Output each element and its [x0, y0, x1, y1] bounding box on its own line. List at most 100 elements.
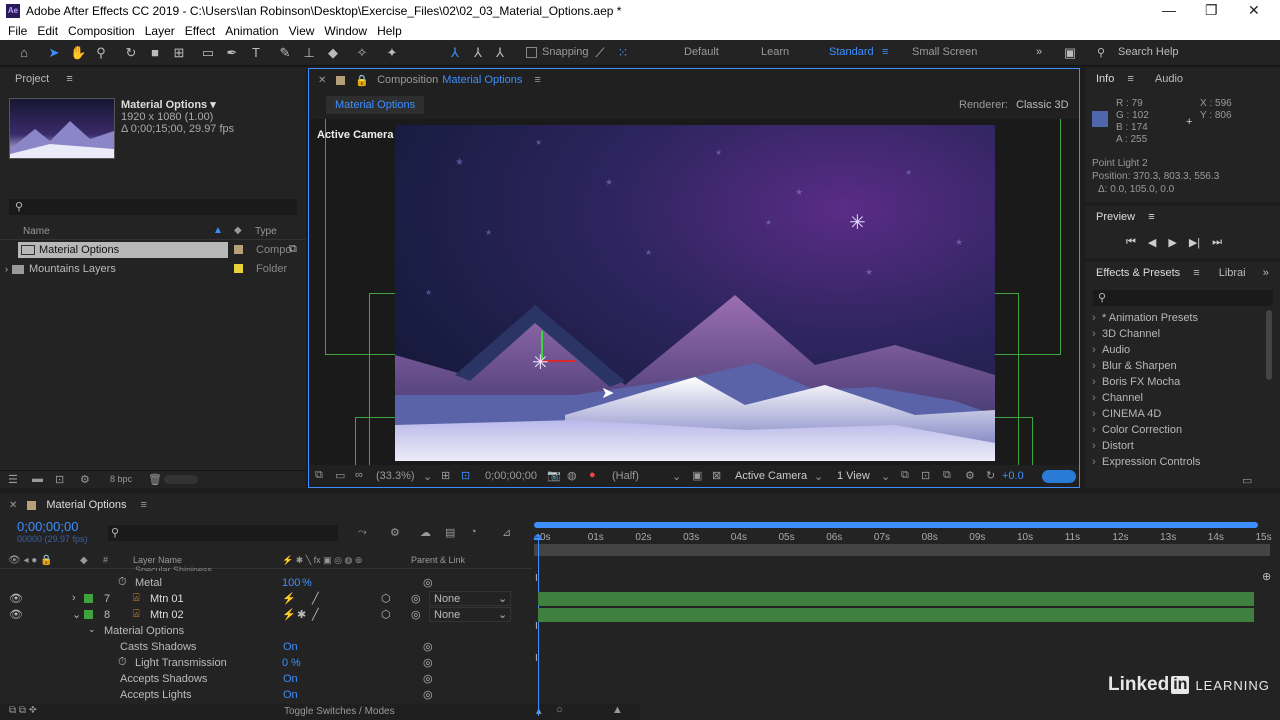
visibility-icon[interactable]: 👁 [9, 592, 23, 605]
pickwhip-icon[interactable]: ◎ [423, 656, 433, 669]
panel-menu-icon[interactable]: ≡ [1193, 267, 1199, 279]
new-bin-icon[interactable]: ▭ [1242, 474, 1252, 487]
effects-tab[interactable]: Effects & Presets [1096, 267, 1180, 279]
pickwhip-icon[interactable]: ◎ [423, 576, 433, 589]
camera-view-value[interactable]: Active Camera [735, 470, 807, 482]
close-tab-icon[interactable]: ✕ [9, 500, 17, 511]
flowchart-icon[interactable]: ⧉ [289, 243, 297, 256]
pickwhip-icon[interactable]: ◎ [423, 640, 433, 653]
pen-tool-icon[interactable]: ✒ [224, 45, 240, 61]
goggles-icon[interactable]: ∞ [355, 469, 363, 481]
expand-arrow-icon[interactable]: › [72, 592, 76, 604]
snap-grid-icon[interactable]: ⁙ [615, 45, 631, 61]
menu-help[interactable]: Help [377, 24, 402, 38]
current-time[interactable]: 0;00;00;00 [485, 470, 537, 482]
type-tool-icon[interactable]: T [248, 45, 264, 61]
timeline-tab[interactable]: Material Options [46, 499, 126, 511]
effects-category[interactable]: Audio [1086, 342, 1266, 358]
menu-window[interactable]: Window [324, 24, 367, 38]
search-help-input[interactable]: Search Help [1118, 46, 1179, 58]
zoom-value[interactable]: (33.3%) [376, 470, 415, 482]
comp-button-icon[interactable]: ⊕ [1262, 570, 1271, 583]
stopwatch-icon[interactable]: ⏱ [118, 576, 127, 589]
keyframe-i-beam-icon[interactable]: I [535, 653, 538, 664]
menu-file[interactable]: File [8, 24, 27, 38]
collapse-arrow-icon[interactable]: ⌄ [72, 608, 81, 621]
layer-row-mtn02[interactable]: 👁 ⌄ 8 ⍓ Mtn 02 ⚡ ✱ ╱ ⬡ ◎ None ⌄ [0, 607, 532, 623]
toggle-pixel-aspect-icon[interactable]: ⧉ [901, 469, 909, 482]
composition-name[interactable]: Material Options [442, 74, 522, 86]
resolution-value[interactable]: (Half) [612, 470, 639, 482]
layer-bar-mtn01[interactable] [538, 592, 1254, 606]
region-of-interest-icon[interactable]: ⊡ [461, 469, 470, 482]
dropdown-icon[interactable]: ▾ [210, 99, 216, 111]
shy-layers-icon[interactable]: ☁ [420, 526, 431, 539]
hand-tool-icon[interactable]: ✋ [70, 45, 86, 61]
fast-previews-icon[interactable]: ▣ [692, 469, 702, 482]
collapse-arrow-icon[interactable]: ⌄ [88, 624, 96, 635]
effects-category[interactable]: Color Correction [1086, 422, 1266, 438]
label-swatch[interactable] [84, 610, 93, 619]
sort-arrow-icon[interactable]: ▲ [213, 225, 223, 236]
clone-stamp-tool-icon[interactable]: ⊥ [301, 45, 317, 61]
project-item-name[interactable]: Material Options ▾ [121, 98, 216, 111]
layer-name[interactable]: Mtn 01 [150, 593, 184, 605]
switches-icon[interactable]: ⚡ ✱ ╲ fx ▣ ◎ ◍ ⊚ [282, 555, 362, 566]
transparency-grid-icon[interactable]: ⊠ [712, 469, 721, 482]
exposure-icon[interactable]: ↻ [986, 469, 995, 482]
property-value[interactable]: 0 [282, 657, 288, 669]
3d-layer-icon[interactable]: ⬡ [381, 608, 391, 621]
menu-edit[interactable]: Edit [37, 24, 58, 38]
menu-layer[interactable]: Layer [145, 24, 175, 38]
layer-switches-icon[interactable]: ⧉ ⧉ ✥ [9, 705, 37, 716]
effects-category[interactable]: Expression Controls [1086, 454, 1266, 470]
new-composition-icon[interactable]: ⊡ [55, 473, 64, 486]
col-layer-name[interactable]: Layer Name [133, 555, 182, 565]
thumbnail-slider[interactable] [164, 475, 198, 484]
exposure-value[interactable]: +0.0 [1002, 470, 1024, 482]
panel-menu-icon[interactable]: ≡ [66, 73, 72, 85]
eraser-tool-icon[interactable]: ◆ [325, 45, 341, 61]
camera-tool-icon[interactable]: ■ [147, 45, 163, 61]
playhead-line[interactable] [538, 534, 539, 716]
label-swatch[interactable] [234, 264, 243, 273]
workspace-small-screen[interactable]: Small Screen [912, 46, 977, 58]
layer-bar-mtn02[interactable] [538, 608, 1254, 622]
label-swatch[interactable] [234, 245, 243, 254]
label-swatch[interactable] [84, 594, 93, 603]
next-frame-icon[interactable]: ▶| [1189, 236, 1200, 249]
parent-select[interactable]: None ⌄ [429, 607, 511, 622]
project-tab[interactable]: Project [15, 73, 49, 85]
pickwhip-icon[interactable]: ◎ [411, 592, 421, 605]
pan-behind-tool-icon[interactable]: ⊞ [171, 45, 187, 61]
current-time-display[interactable]: 0;00;00;00 [17, 519, 78, 534]
interpret-footage-icon[interactable]: ☰ [8, 473, 18, 486]
property-row[interactable]: Accepts Lights On ◎ [0, 687, 532, 703]
composition-mini-flowchart-icon[interactable]: ⤳ [358, 526, 367, 539]
view-layout-value[interactable]: 1 View [837, 470, 870, 482]
previous-frame-icon[interactable]: ◀ [1148, 236, 1156, 249]
bit-depth[interactable]: 8 bpc [110, 474, 132, 484]
frame-blending-icon[interactable]: ▤ [445, 526, 455, 539]
play-icon[interactable]: ▶ [1168, 236, 1176, 249]
snapshot-icon[interactable]: 📷 [547, 469, 561, 482]
motion-blur-icon[interactable]: ◔ [470, 526, 477, 538]
panel-menu-icon[interactable]: ≡ [140, 499, 146, 511]
home-icon[interactable]: ⌂ [16, 45, 32, 61]
expand-arrow-icon[interactable]: › [5, 264, 8, 274]
panel-menu-icon[interactable]: ≡ [534, 74, 540, 86]
more-workspaces-icon[interactable]: » [1036, 46, 1042, 58]
workspace-menu-icon[interactable]: ≡ [882, 46, 888, 58]
composition-tab[interactable]: Material Options [326, 96, 425, 114]
audio-tab[interactable]: Audio [1155, 73, 1183, 85]
libraries-tab[interactable]: Librai [1219, 267, 1246, 279]
gpu-toggle[interactable] [1042, 470, 1076, 483]
world-axis-icon[interactable]: ⅄ [470, 45, 486, 61]
local-axis-icon[interactable]: ⅄ [447, 45, 463, 61]
collapse-switch-icon[interactable]: ⚡ [282, 592, 296, 605]
property-value[interactable]: On [283, 641, 298, 653]
flowchart-icon[interactable]: ⧉ [943, 469, 951, 482]
menu-view[interactable]: View [289, 24, 315, 38]
show-snapshot-icon[interactable]: ◍ [567, 469, 577, 482]
composition-viewer[interactable]: ★ ★ ★ ★ ★ ★ ★ ★ ★ ★ ★ ★ ✳ ✳ Active Camera ➤ [309, 119, 1079, 465]
